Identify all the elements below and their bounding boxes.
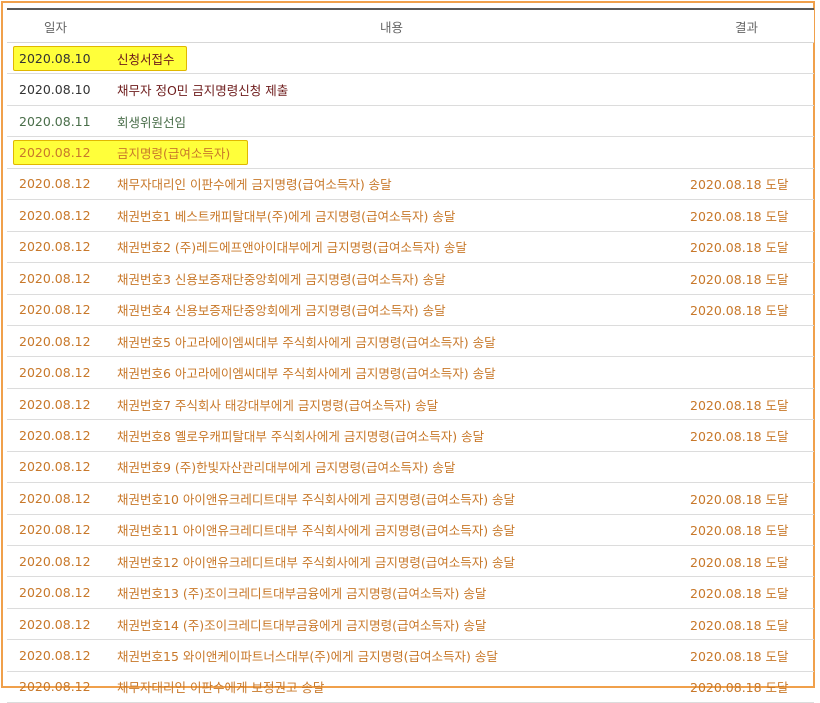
row-content: 채권번호10 아이앤유크레디트대부 주식회사에게 금지명령(급여소득자) 송달: [117, 491, 516, 507]
row-content: 채무자 정O민 금지명령신청 제출: [117, 83, 289, 99]
row-content: 채권번호3 신용보증재단중앙회에게 금지명령(급여소득자) 송달: [117, 271, 446, 287]
table-row: 2020.08.12 채권번호11 아이앤유크레디트대부 주식회사에게 금지명령…: [7, 515, 814, 546]
table-row: 2020.08.12 채권번호5 아고라에이엠씨대부 주식회사에게 금지명령(급…: [7, 326, 814, 358]
table-row: 2020.08.12 채권번호8 옐로우캐피탈대부 주식회사에게 금지명령(급여…: [7, 420, 814, 452]
header-result: 결과: [734, 19, 758, 35]
row-date: 2020.08.12: [19, 616, 91, 632]
row-content: 채무자대리인 이판수에게 보정권고 송달: [117, 680, 325, 696]
row-date: 2020.08.12: [19, 207, 91, 223]
row-result: 2020.08.18 도달: [690, 523, 789, 539]
row-result: 2020.08.18 도달: [690, 240, 789, 256]
row-content: 채권번호13 (주)조이크레디트대부금융에게 금지명령(급여소득자) 송달: [117, 586, 487, 602]
row-date: 2020.08.12: [19, 585, 91, 601]
row-date: 2020.08.10: [19, 82, 91, 98]
table-row: 2020.08.12 채권번호10 아이앤유크레디트대부 주식회사에게 금지명령…: [7, 483, 814, 515]
row-content: 채권번호7 주식회사 태강대부에게 금지명령(급여소득자) 송달: [117, 397, 439, 413]
table-row: 2020.08.12 채권번호14 (주)조이크레디트대부금융에게 금지명령(급…: [7, 609, 814, 641]
row-content: 금지명령(급여소득자): [117, 146, 231, 162]
row-content: 채권번호2 (주)레드에프앤아이대부에게 금지명령(급여소득자) 송달: [117, 240, 467, 256]
row-content: 채권번호6 아고라에이엠씨대부 주식회사에게 금지명령(급여소득자) 송달: [117, 366, 496, 382]
row-date: 2020.08.12: [19, 176, 91, 192]
table-row: 2020.08.12 채권번호7 주식회사 태강대부에게 금지명령(급여소득자)…: [7, 389, 814, 421]
row-content: 채권번호15 와이앤케이파트너스대부(주)에게 금지명령(급여소득자) 송달: [117, 649, 498, 665]
row-result: 2020.08.18 도달: [690, 397, 789, 413]
row-result: 2020.08.18 도달: [690, 586, 789, 602]
table-row: 2020.08.12 채권번호4 신용보증재단중앙회에게 금지명령(급여소득자)…: [7, 295, 814, 326]
table-row: 2020.08.12 채권번호6 아고라에이엠씨대부 주식회사에게 금지명령(급…: [7, 357, 814, 389]
row-result: 2020.08.18 도달: [690, 208, 789, 224]
row-date: 2020.08.12: [19, 302, 91, 318]
row-date: 2020.08.12: [19, 427, 91, 443]
row-date: 2020.08.12: [19, 522, 91, 538]
table-row: 2020.08.12 채권번호12 아이앤유크레디트대부 주식회사에게 금지명령…: [7, 546, 814, 578]
row-content: 채권번호4 신용보증재단중앙회에게 금지명령(급여소득자) 송달: [117, 303, 446, 319]
table-row: 2020.08.12 금지명령(급여소득자): [7, 137, 814, 169]
case-history-table: 일자 내용 결과 2020.08.10 신청서접수 2020.08.10 채무자…: [7, 8, 814, 703]
table-row: 2020.08.12 채권번호2 (주)레드에프앤아이대부에게 금지명령(급여소…: [7, 232, 814, 264]
row-date: 2020.08.11: [19, 113, 91, 129]
row-date: 2020.08.12: [19, 459, 91, 475]
row-date: 2020.08.10: [19, 50, 91, 66]
row-content: 채권번호11 아이앤유크레디트대부 주식회사에게 금지명령(급여소득자) 송달: [117, 523, 516, 539]
row-result: 2020.08.18 도달: [690, 649, 789, 665]
row-date: 2020.08.12: [19, 648, 91, 664]
row-content: 채권번호1 베스트캐피탈대부(주)에게 금지명령(급여소득자) 송달: [117, 208, 456, 224]
table-header: 일자 내용 결과: [7, 8, 814, 43]
header-date: 일자: [43, 19, 67, 35]
row-content: 채무자대리인 이판수에게 금지명령(급여소득자) 송달: [117, 177, 392, 193]
table-row: 2020.08.12 채무자대리인 이판수에게 금지명령(급여소득자) 송달 2…: [7, 169, 814, 201]
row-date: 2020.08.12: [19, 270, 91, 286]
row-result: 2020.08.18 도달: [690, 428, 789, 444]
table-row: 2020.08.12 채무자대리인 이판수에게 보정권고 송달 2020.08.…: [7, 672, 814, 703]
row-result: 2020.08.18 도달: [690, 271, 789, 287]
table-row: 2020.08.11 회생위원선임: [7, 106, 814, 138]
table-row: 2020.08.12 채권번호9 (주)한빛자산관리대부에게 금지명령(급여소득…: [7, 452, 814, 484]
row-date: 2020.08.12: [19, 396, 91, 412]
table-row: 2020.08.12 채권번호3 신용보증재단중앙회에게 금지명령(급여소득자)…: [7, 263, 814, 295]
table-row: 2020.08.10 채무자 정O민 금지명령신청 제출: [7, 74, 814, 106]
row-result: 2020.08.18 도달: [690, 554, 789, 570]
content-frame: 일자 내용 결과 2020.08.10 신청서접수 2020.08.10 채무자…: [1, 1, 815, 703]
row-content: 채권번호5 아고라에이엠씨대부 주식회사에게 금지명령(급여소득자) 송달: [117, 334, 496, 350]
row-date: 2020.08.12: [19, 145, 91, 161]
row-content: 신청서접수: [117, 51, 175, 67]
table-row: 2020.08.12 채권번호1 베스트캐피탈대부(주)에게 금지명령(급여소득…: [7, 200, 814, 232]
table-row: 2020.08.12 채권번호15 와이앤케이파트너스대부(주)에게 금지명령(…: [7, 640, 814, 672]
row-content: 채권번호9 (주)한빛자산관리대부에게 금지명령(급여소득자) 송달: [117, 460, 456, 476]
row-date: 2020.08.12: [19, 553, 91, 569]
row-content: 채권번호14 (주)조이크레디트대부금융에게 금지명령(급여소득자) 송달: [117, 617, 487, 633]
header-content: 내용: [379, 19, 403, 35]
row-date: 2020.08.12: [19, 490, 91, 506]
row-result: 2020.08.18 도달: [690, 617, 789, 633]
row-content: 채권번호12 아이앤유크레디트대부 주식회사에게 금지명령(급여소득자) 송달: [117, 554, 516, 570]
row-result: 2020.08.18 도달: [690, 680, 789, 696]
table-row: 2020.08.12 채권번호13 (주)조이크레디트대부금융에게 금지명령(급…: [7, 577, 814, 609]
row-date: 2020.08.12: [19, 333, 91, 349]
row-date: 2020.08.12: [19, 239, 91, 255]
row-content: 회생위원선임: [117, 114, 187, 130]
row-result: 2020.08.18 도달: [690, 303, 789, 319]
row-result: 2020.08.18 도달: [690, 491, 789, 507]
row-content: 채권번호8 옐로우캐피탈대부 주식회사에게 금지명령(급여소득자) 송달: [117, 428, 485, 444]
row-result: 2020.08.18 도달: [690, 177, 789, 193]
row-date: 2020.08.12: [19, 679, 91, 695]
row-date: 2020.08.12: [19, 365, 91, 381]
table-row: 2020.08.10 신청서접수: [7, 43, 814, 75]
